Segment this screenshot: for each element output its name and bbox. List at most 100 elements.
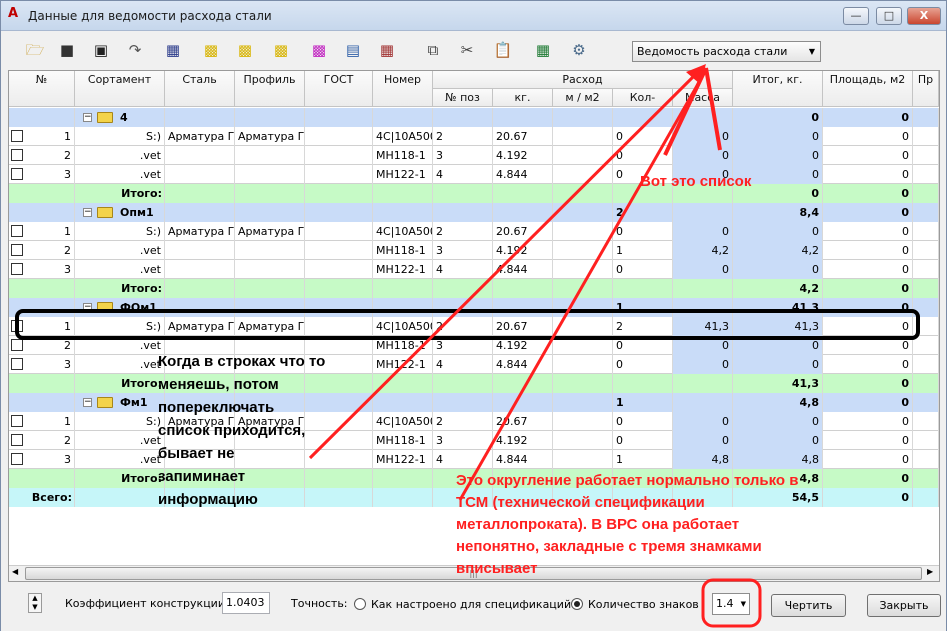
item-row[interactable]: 1 S:) Арматура Г Арматура Г 4C|10A500 2 20.67 0… bbox=[9, 127, 939, 146]
delete-row-icon[interactable]: ▦ bbox=[375, 38, 399, 62]
group-row[interactable]: − Опм1 2 8,4 0 bbox=[9, 203, 939, 222]
subtotal-row[interactable]: Итого: 41,3 0 bbox=[9, 374, 939, 393]
item-area: 0 bbox=[823, 165, 913, 184]
collapse-icon: − bbox=[83, 112, 92, 122]
col-m-m2[interactable]: м / м2 bbox=[553, 89, 613, 107]
item-row[interactable]: 2 .vet MH118-1 3 4.192 0 0 0 0 bbox=[9, 431, 939, 450]
spin-buttons[interactable]: ▲ ▼ bbox=[28, 593, 42, 613]
col-more[interactable]: Пр bbox=[913, 71, 939, 107]
item-kg: 20.67 bbox=[493, 317, 553, 336]
item-kg: 20.67 bbox=[493, 412, 553, 431]
draw-button[interactable]: Чертить bbox=[771, 594, 846, 617]
item-number: MH122-1 bbox=[373, 165, 433, 184]
radio-digits[interactable] bbox=[571, 598, 583, 610]
subtotal-row[interactable]: Итого: 0 0 bbox=[9, 184, 939, 203]
item-row[interactable]: 1 S:) Арматура Г Арматура Г 4C|10A500 2 20.67 2… bbox=[9, 317, 939, 336]
col-qty[interactable]: Кол- bbox=[613, 89, 673, 107]
col-gost[interactable]: ГОСТ bbox=[305, 71, 373, 107]
export-icon[interactable]: ↷ bbox=[123, 38, 147, 62]
item-more bbox=[913, 146, 939, 165]
item-kg: 4.192 bbox=[493, 336, 553, 355]
col-number[interactable]: Номер bbox=[373, 71, 433, 107]
title-bar[interactable]: A Данные для ведомости расхода стали — □… bbox=[1, 1, 946, 31]
grid-cell bbox=[553, 108, 613, 127]
item-area: 0 bbox=[823, 127, 913, 146]
report-type-select[interactable]: Ведомость расхода стали ▼ bbox=[632, 41, 821, 62]
item-mass: 0 bbox=[673, 336, 733, 355]
item-qty: 1 bbox=[613, 241, 673, 260]
item-row[interactable]: 3 .vet MH122-1 4 4.844 0 0 0 0 bbox=[9, 260, 939, 279]
folder-icon bbox=[97, 397, 113, 408]
close-window-button[interactable]: X bbox=[907, 7, 941, 25]
col-kg[interactable]: кг. bbox=[493, 89, 553, 107]
item-number: 4C|10A500 bbox=[373, 127, 433, 146]
item-number: MH122-1 bbox=[373, 260, 433, 279]
radio-as-spec[interactable] bbox=[354, 598, 366, 610]
open-folder-icon[interactable]: 🗁 bbox=[23, 38, 47, 62]
col-pos[interactable]: № поз bbox=[433, 89, 493, 107]
save-as-icon[interactable]: ▣ bbox=[89, 38, 113, 62]
item-row[interactable]: 3 .vet MH122-1 4 4.844 0 0 0 0 bbox=[9, 165, 939, 184]
maximize-button[interactable]: □ bbox=[876, 7, 902, 25]
col-sortament[interactable]: Сортамент bbox=[75, 71, 165, 107]
grid-cell bbox=[913, 469, 939, 488]
item-row[interactable]: 3 .vet MH122-1 4 4.844 1 4,8 4,8 0 bbox=[9, 450, 939, 469]
settings-icon[interactable]: ⚙ bbox=[567, 38, 591, 62]
item-qty: 0 bbox=[613, 127, 673, 146]
item-number: 4C|10A500 bbox=[373, 222, 433, 241]
group-row[interactable]: − Фм1 1 4,8 0 bbox=[9, 393, 939, 412]
save-icon[interactable]: ■ bbox=[55, 38, 79, 62]
subtotal-row[interactable]: Итого: 4,2 0 bbox=[9, 279, 939, 298]
item-row[interactable]: 2 .vet MH118-1 3 4.192 0 0 0 0 bbox=[9, 336, 939, 355]
insert-row-icon[interactable]: ▤ bbox=[341, 38, 365, 62]
item-row[interactable]: 2 .vet MH118-1 3 4.192 0 0 0 0 bbox=[9, 146, 939, 165]
scroll-left-icon[interactable]: ◀ bbox=[12, 567, 18, 576]
item-row[interactable]: 3 .vet MH122-1 4 4.844 0 0 0 0 bbox=[9, 355, 939, 374]
grid-cell bbox=[913, 393, 939, 412]
item-steel bbox=[165, 146, 235, 165]
paste-icon[interactable]: 📋 bbox=[491, 38, 515, 62]
col-num[interactable]: № bbox=[9, 71, 75, 107]
grid-cell bbox=[235, 203, 305, 222]
close-button[interactable]: Закрыть bbox=[867, 594, 941, 617]
item-gost bbox=[305, 260, 373, 279]
edit-table-icon[interactable]: ▦ bbox=[161, 38, 185, 62]
item-m-m2 bbox=[553, 412, 613, 431]
item-kg: 4.844 bbox=[493, 165, 553, 184]
row-label: Итого: bbox=[121, 377, 162, 390]
copy-icon[interactable]: ⧉ bbox=[421, 38, 445, 62]
add-item-icon[interactable]: ▩ bbox=[307, 38, 331, 62]
item-area: 0 bbox=[823, 146, 913, 165]
scroll-right-icon[interactable]: ▶ bbox=[927, 567, 933, 576]
group-row[interactable]: − ФОм1 1 41,3 0 bbox=[9, 298, 939, 317]
col-steel[interactable]: Сталь bbox=[165, 71, 235, 107]
item-more bbox=[913, 450, 939, 469]
item-row[interactable]: 1 S:) Арматура Г Арматура Г 4C|10A500 2 20.67 0… bbox=[9, 222, 939, 241]
item-row[interactable]: 2 .vet MH118-1 3 4.192 1 4,2 4,2 0 bbox=[9, 241, 939, 260]
col-area[interactable]: Площадь, м2 bbox=[823, 71, 913, 107]
item-num: 2 bbox=[9, 431, 75, 450]
col-total[interactable]: Итог, кг. bbox=[733, 71, 823, 107]
remove-folder-icon[interactable]: ▩ bbox=[269, 38, 293, 62]
item-steel: Арматура Г bbox=[165, 317, 235, 336]
group-qty: 1 bbox=[613, 393, 673, 412]
col-mass[interactable]: Масса bbox=[673, 89, 733, 107]
radio-digits-label[interactable]: Количество знаков bbox=[588, 598, 699, 611]
item-m-m2 bbox=[553, 260, 613, 279]
add-folder-icon[interactable]: ▩ bbox=[199, 38, 223, 62]
digits-select[interactable]: 1.4 ▼ bbox=[712, 593, 750, 615]
chevron-down-icon: ▼ bbox=[808, 47, 815, 56]
minimize-button[interactable]: — bbox=[843, 7, 869, 25]
grid-cell bbox=[433, 279, 493, 298]
col-profile[interactable]: Профиль bbox=[235, 71, 305, 107]
item-steel bbox=[165, 260, 235, 279]
radio-as-spec-label[interactable]: Как настроено для спецификаций bbox=[371, 598, 571, 611]
grid-cell bbox=[373, 374, 433, 393]
cut-icon[interactable]: ✂ bbox=[455, 38, 479, 62]
excel-icon[interactable]: ▦ bbox=[531, 38, 555, 62]
group-row[interactable]: − 4 0 0 bbox=[9, 108, 939, 127]
item-row[interactable]: 1 S:) Арматура Г Арматура Г 4C|10A500 2 20.67 0… bbox=[9, 412, 939, 431]
col-consumption-group: Расход bbox=[433, 71, 733, 89]
add-folder-green-icon[interactable]: ▩ bbox=[233, 38, 257, 62]
coef-input[interactable]: 1.0403 bbox=[222, 592, 270, 614]
